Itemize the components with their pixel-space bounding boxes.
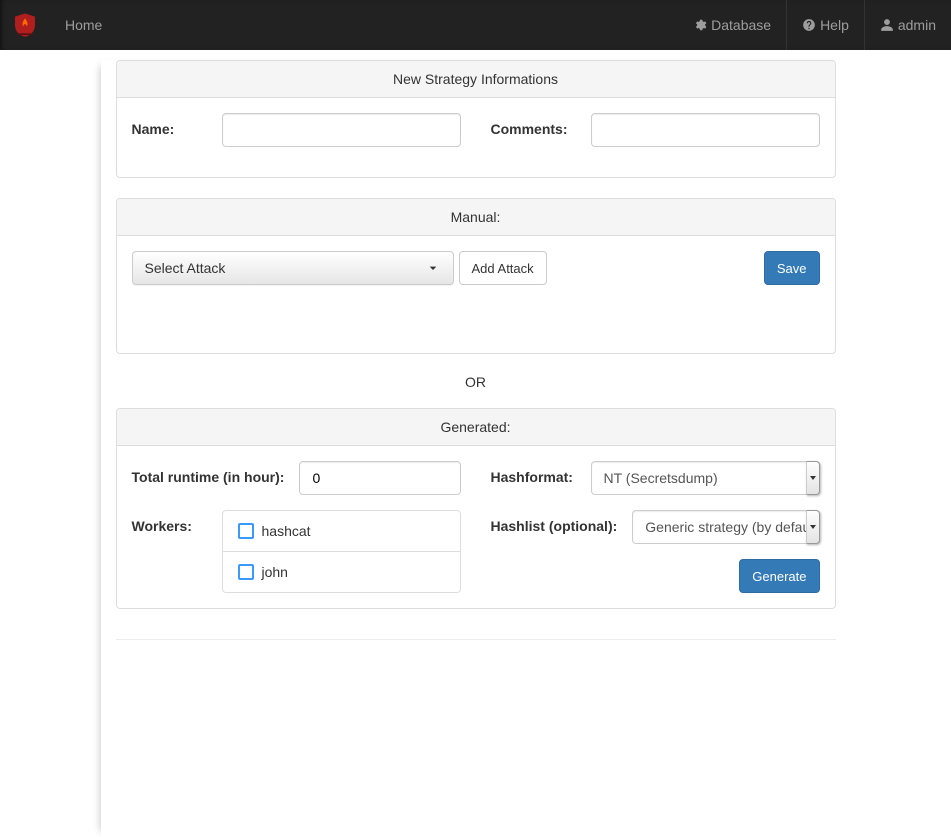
generated-title: Generated: (117, 409, 835, 446)
hashlist-select[interactable] (632, 510, 819, 544)
checkbox-icon[interactable] (238, 564, 254, 580)
worker-label: john (262, 564, 288, 580)
nav-admin[interactable]: admin (864, 0, 951, 50)
user-icon (880, 18, 894, 32)
select-attack-dropdown[interactable]: Select Attack (132, 251, 454, 285)
save-button[interactable]: Save (764, 251, 820, 285)
select-attack-label: Select Attack (145, 260, 226, 276)
dropdown-caret-icon[interactable] (806, 510, 820, 544)
manual-title: Manual: (117, 199, 835, 236)
strategy-info-title: New Strategy Informations (117, 61, 835, 98)
nav-home[interactable]: Home (50, 0, 117, 50)
add-attack-button[interactable]: Add Attack (459, 251, 547, 285)
nav-database[interactable]: Database (678, 0, 786, 50)
nav-database-label: Database (711, 17, 771, 33)
generate-label: Generate (752, 569, 806, 584)
workers-label: Workers: (132, 510, 207, 537)
hashformat-select[interactable] (591, 461, 820, 495)
navbar: Home Database Help admin (0, 0, 951, 50)
save-label: Save (777, 261, 807, 276)
comments-label: Comments: (491, 113, 576, 140)
manual-panel: Manual: Select Attack Add Attack Save (116, 198, 836, 354)
name-input[interactable] (222, 113, 461, 147)
worker-label: hashcat (262, 523, 311, 539)
nav-help-label: Help (820, 17, 849, 33)
chevron-down-icon (425, 260, 441, 276)
shield-flame-icon (15, 13, 35, 37)
add-attack-label: Add Attack (472, 261, 534, 276)
nav-admin-label: admin (898, 17, 936, 33)
comments-input[interactable] (591, 113, 820, 147)
hashlist-label: Hashlist (optional): (491, 510, 618, 537)
or-separator: OR (116, 374, 836, 390)
hashformat-label: Hashformat: (491, 461, 576, 488)
nav-home-label: Home (65, 17, 102, 33)
worker-item-hashcat[interactable]: hashcat (223, 511, 460, 551)
generated-panel: Generated: Total runtime (in hour): Work… (116, 408, 836, 609)
name-label: Name: (132, 113, 207, 140)
nav-help[interactable]: Help (786, 0, 864, 50)
footer-divider (116, 639, 836, 640)
checkbox-icon[interactable] (238, 523, 254, 539)
question-circle-icon (802, 18, 816, 32)
workers-list: hashcat john (222, 510, 461, 593)
runtime-label: Total runtime (in hour): (132, 461, 285, 488)
strategy-info-panel: New Strategy Informations Name: Comments… (116, 60, 836, 178)
generate-button[interactable]: Generate (739, 559, 819, 593)
worker-item-john[interactable]: john (223, 551, 460, 592)
brand-logo[interactable] (0, 0, 50, 50)
runtime-input[interactable] (299, 461, 460, 495)
dropdown-caret-icon[interactable] (806, 461, 820, 495)
gear-icon (693, 18, 707, 32)
